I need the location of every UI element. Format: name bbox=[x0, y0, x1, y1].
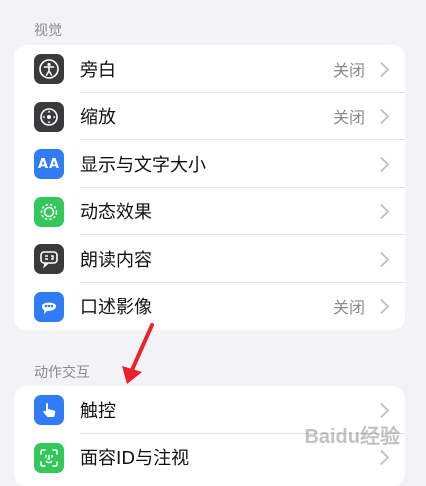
spoken-content-icon bbox=[34, 244, 64, 274]
chevron-right-icon bbox=[373, 61, 390, 78]
row-value: 关闭 bbox=[332, 60, 365, 80]
chevron-right-icon bbox=[373, 298, 390, 315]
row-label: 缩放 bbox=[80, 107, 116, 129]
face-id-icon bbox=[34, 442, 64, 473]
voiceover-icon bbox=[34, 54, 64, 84]
row-label: 显示与文字大小 bbox=[80, 154, 206, 176]
section-header-physical-motor: 动作交互 bbox=[34, 365, 90, 381]
red-annotation-arrow-icon bbox=[122, 323, 154, 384]
text-size-icon: AA bbox=[34, 149, 64, 179]
row-label: 动态效果 bbox=[80, 202, 152, 224]
row-audio-description[interactable]: 口述影像 关闭 bbox=[14, 283, 405, 331]
row-label: 面容ID与注视 bbox=[80, 448, 190, 470]
audio-description-icon bbox=[34, 291, 64, 322]
chevron-right-icon bbox=[373, 449, 390, 466]
vision-settings-group: 旁白 关闭 缩放 关闭 AA 显示与文字大小 动态效果 朗读内容 口述影像 关闭 bbox=[14, 45, 405, 330]
row-motion[interactable]: 动态效果 bbox=[14, 188, 405, 235]
row-label: 朗读内容 bbox=[80, 249, 152, 271]
zoom-icon bbox=[34, 101, 64, 132]
touch-icon bbox=[34, 395, 64, 425]
row-label: 旁白 bbox=[80, 59, 116, 81]
section-header-vision: 视觉 bbox=[34, 23, 62, 39]
row-voiceover[interactable]: 旁白 关闭 bbox=[14, 45, 405, 93]
baidu-watermark: Baidu经验 bbox=[304, 426, 400, 448]
chevron-right-icon bbox=[373, 203, 390, 220]
row-value: 关闭 bbox=[332, 298, 365, 318]
chevron-right-icon bbox=[373, 251, 390, 268]
row-value: 关闭 bbox=[332, 108, 365, 128]
chevron-right-icon bbox=[373, 108, 390, 125]
motion-icon bbox=[34, 196, 64, 227]
chevron-right-icon bbox=[373, 156, 390, 173]
row-spoken-content[interactable]: 朗读内容 bbox=[14, 235, 405, 283]
text-size-glyph: AA bbox=[37, 156, 61, 172]
row-zoom[interactable]: 缩放 关闭 bbox=[14, 93, 405, 140]
chevron-right-icon bbox=[373, 402, 390, 419]
row-label: 触控 bbox=[80, 400, 116, 422]
row-display-text-size[interactable]: AA 显示与文字大小 bbox=[14, 140, 405, 188]
